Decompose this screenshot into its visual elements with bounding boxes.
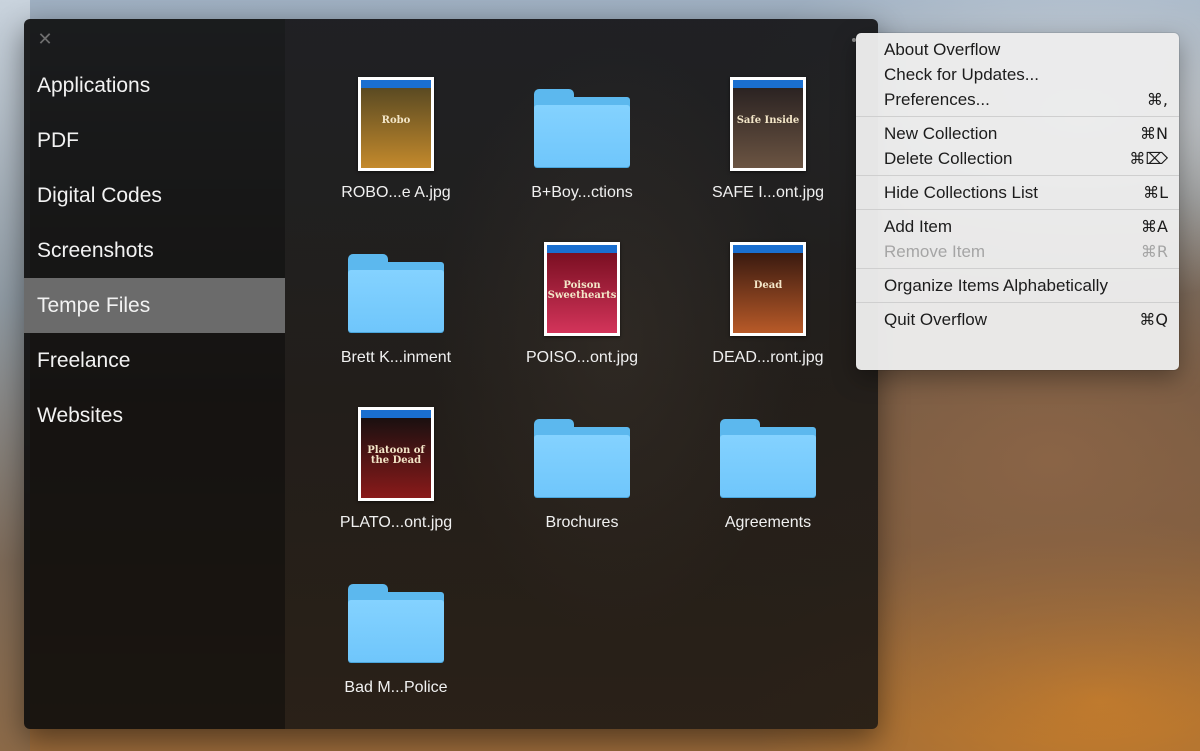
app-context-menu: About Overflow Check for Updates... Prefer… [856,33,1179,370]
menu-item-shortcut: ⌘R [1140,242,1168,261]
menu-item-add-item[interactable]: Add Item ⌘A [856,214,1179,239]
cover-art: Platoon of the Dead [361,418,431,498]
menu-item-label: About Overflow [884,40,1001,59]
menu-item-shortcut: ⌘L [1143,183,1168,202]
folder-item[interactable]: Bad M...Police [303,564,489,729]
menu-item-label: Add Item [884,217,953,236]
image-thumbnail: Robo [303,69,489,179]
item-label: POISO...ont.jpg [525,349,639,366]
sidebar-item-tempe-files[interactable]: Tempe Files [24,278,285,333]
menu-item-shortcut: ⌘⌦ [1129,149,1168,168]
overflow-window: ✕ Applications PDF Digital Codes Screenshot… [24,19,878,729]
menu-item-label: Remove Item [884,242,986,261]
folder-item[interactable]: Brett K...inment [303,234,489,399]
menu-item-label: Delete Collection [884,149,1013,168]
collection-content: Robo ROBO...e A.jpg B+Boy...ctions Safe Ins… [285,19,878,729]
item-label: Brochures [545,514,619,531]
item-label: Bad M...Police [344,679,448,696]
sidebar-item-digital-codes[interactable]: Digital Codes [24,168,285,223]
folder-item[interactable]: B+Boy...ctions [489,69,675,234]
image-file-item[interactable]: Poison Sweethearts POISO...ont.jpg [489,234,675,399]
menu-item-label: Check for Updates... [884,65,1039,84]
menu-item-shortcut: ⌘N [1140,124,1168,143]
menu-group: New Collection ⌘N Delete Collection ⌘⌦ [856,117,1179,176]
menu-item-delete-collection[interactable]: Delete Collection ⌘⌦ [856,146,1179,171]
folder-icon [489,399,675,509]
menu-item-hide-collections-list[interactable]: Hide Collections List ⌘L [856,180,1179,205]
image-thumbnail: Dead [675,234,861,344]
collections-sidebar: ✕ Applications PDF Digital Codes Screenshot… [24,19,285,729]
cover-art: Safe Inside [733,88,803,168]
menu-item-organize-items-alphabetically[interactable]: Organize Items Alphabetically [856,273,1179,298]
image-file-item[interactable]: Robo ROBO...e A.jpg [303,69,489,234]
cover-art: Poison Sweethearts [547,253,617,333]
item-label: SAFE I...ont.jpg [711,184,825,201]
menu-item-new-collection[interactable]: New Collection ⌘N [856,121,1179,146]
cover-art-title: Safe Inside [736,115,800,126]
folder-item[interactable]: Brochures [489,399,675,564]
image-thumbnail: Safe Inside [675,69,861,179]
folder-icon [303,564,489,674]
item-label: B+Boy...ctions [531,184,633,201]
menu-group: Add Item ⌘A Remove Item ⌘R [856,210,1179,269]
sidebar-item-screenshots[interactable]: Screenshots [24,223,285,278]
folder-item[interactable]: Agreements [675,399,861,564]
cover-art: Robo [361,88,431,168]
menu-item-check-for-updates[interactable]: Check for Updates... [856,62,1179,87]
menu-item-shortcut: ⌘, [1146,90,1168,109]
image-file-item[interactable]: Platoon of the Dead PLATO...ont.jpg [303,399,489,564]
cover-art-title: Platoon of the Dead [367,445,425,466]
menu-item-label: Quit Overflow [884,310,987,329]
menu-item-quit-overflow[interactable]: Quit Overflow ⌘Q [856,307,1179,332]
sidebar-item-freelance[interactable]: Freelance [24,333,285,388]
image-thumbnail: Platoon of the Dead [303,399,489,509]
item-label: PLATO...ont.jpg [339,514,453,531]
menu-item-preferences[interactable]: Preferences... ⌘, [856,87,1179,112]
menu-group: Organize Items Alphabetically [856,269,1179,303]
menu-item-remove-item: Remove Item ⌘R [856,239,1179,264]
folder-icon [675,399,861,509]
menu-group: Hide Collections List ⌘L [856,176,1179,210]
sidebar-item-websites[interactable]: Websites [24,388,285,443]
folder-icon [489,69,675,179]
folder-icon [303,234,489,344]
sidebar-item-pdf[interactable]: PDF [24,113,285,168]
menu-item-shortcut: ⌘A [1141,217,1168,236]
menu-item-shortcut: ⌘Q [1139,310,1168,329]
collections-list: Applications PDF Digital Codes Screenshots T… [24,58,285,443]
item-label: DEAD...ront.jpg [712,349,824,366]
cover-art-title: Poison Sweethearts [547,280,617,301]
item-label: Brett K...inment [340,349,452,366]
item-label: ROBO...e A.jpg [341,184,451,201]
menu-item-about-overflow[interactable]: About Overflow [856,37,1179,62]
cover-art-title: Robo [381,115,411,126]
item-label: Agreements [724,514,812,531]
cover-art-title: Dead [753,280,783,291]
image-thumbnail: Poison Sweethearts [489,234,675,344]
menu-group: About Overflow Check for Updates... Prefer… [856,33,1179,117]
sidebar-item-applications[interactable]: Applications [24,58,285,113]
cover-art: Dead [733,253,803,333]
menu-item-label: Preferences... [884,90,990,109]
close-icon[interactable]: ✕ [36,30,54,48]
menu-item-label: Organize Items Alphabetically [884,276,1108,295]
menu-group: Quit Overflow ⌘Q [856,303,1179,336]
image-file-item[interactable]: Dead DEAD...ront.jpg [675,234,861,399]
image-file-item[interactable]: Safe Inside SAFE I...ont.jpg [675,69,861,234]
menu-item-label: New Collection [884,124,998,143]
menu-item-label: Hide Collections List [884,183,1039,202]
